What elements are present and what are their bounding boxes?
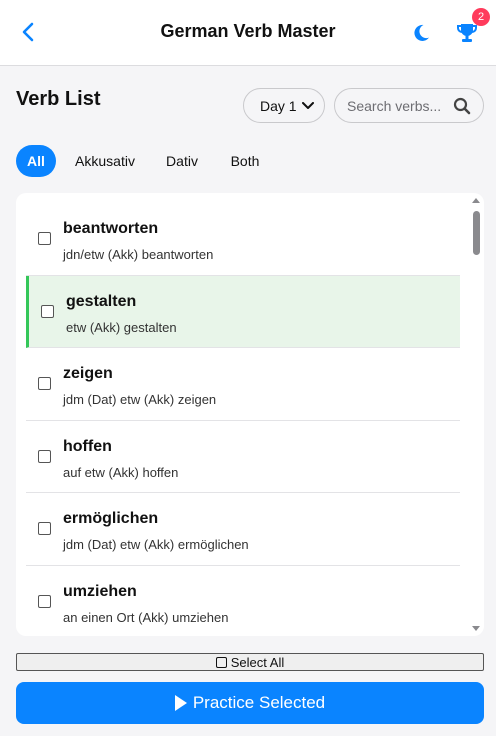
verb-name: zeigen xyxy=(63,365,113,382)
moon-icon xyxy=(414,24,429,41)
verb-checkbox[interactable] xyxy=(38,232,51,245)
theme-toggle-button[interactable] xyxy=(408,20,434,46)
chevron-left-icon xyxy=(22,22,34,42)
scroll-up-arrow-icon[interactable] xyxy=(472,197,480,205)
search-input[interactable] xyxy=(347,97,457,114)
back-button[interactable] xyxy=(16,20,40,44)
verb-usage: jdn/etw (Akk) beantworten xyxy=(63,247,214,262)
search-box xyxy=(334,88,484,123)
chevron-down-icon xyxy=(302,101,314,109)
verb-row[interactable]: beantworten jdn/etw (Akk) beantworten xyxy=(26,203,460,276)
verb-checkbox[interactable] xyxy=(41,304,54,318)
day-select-value: Day 1 xyxy=(260,97,297,114)
practice-selected-button[interactable]: Practice Selected xyxy=(16,682,484,724)
section-title: Verb List xyxy=(16,88,101,110)
play-icon xyxy=(174,695,187,711)
verb-checkbox[interactable] xyxy=(38,377,51,390)
verb-name: beantworten xyxy=(63,220,159,237)
select-all-label: Select All xyxy=(230,654,285,670)
verb-usage: jdm (Dat) etw (Akk) zeigen xyxy=(63,392,217,407)
tab-all[interactable]: All xyxy=(16,145,56,177)
verb-name: umziehen xyxy=(63,582,137,600)
verb-usage: auf etw (Akk) hoffen xyxy=(63,464,179,480)
verb-row[interactable]: ermöglichen jdm (Dat) etw (Akk) ermöglic… xyxy=(26,493,460,566)
verb-row[interactable]: zeigen jdm (Dat) etw (Akk) zeigen xyxy=(26,348,460,421)
verb-name: gestalten xyxy=(66,292,137,310)
verb-checkbox[interactable] xyxy=(38,522,51,535)
verb-usage: an einen Ort (Akk) umziehen xyxy=(63,609,229,625)
tab-both[interactable]: Both xyxy=(222,145,268,177)
verb-list-items: beantworten jdn/etw (Akk) beantworten ge… xyxy=(26,203,460,636)
search-icon xyxy=(453,97,471,115)
verb-row-selected[interactable]: gestalten etw (Akk) gestalten xyxy=(26,275,460,348)
verb-checkbox[interactable] xyxy=(38,449,51,463)
day-select[interactable]: Day 1 xyxy=(243,88,325,123)
search-button[interactable] xyxy=(453,97,471,115)
scroll-down-arrow-icon[interactable] xyxy=(472,624,480,632)
tab-akkusativ[interactable]: Akkusativ xyxy=(68,145,142,177)
select-all-button[interactable]: Select All xyxy=(16,653,484,671)
verb-checkbox[interactable] xyxy=(38,594,51,608)
verb-row[interactable]: hoffen auf etw (Akk) hoffen xyxy=(26,420,460,493)
verb-list: beantworten jdn/etw (Akk) beantworten ge… xyxy=(16,193,484,636)
app-root: German Verb Master 2 Verb List Day 1 Sea… xyxy=(0,0,496,736)
list-scrollbar[interactable] xyxy=(470,193,482,636)
tab-dativ[interactable]: Dativ xyxy=(158,145,206,177)
practice-label: Practice Selected xyxy=(192,693,326,712)
square-icon xyxy=(215,656,227,668)
verb-usage: jdm (Dat) etw (Akk) ermöglichen xyxy=(63,537,249,552)
scrollbar-thumb[interactable] xyxy=(473,211,480,255)
verb-name: ermöglichen xyxy=(63,510,159,527)
trophy-icon xyxy=(457,24,477,42)
trophy-badge: 2 xyxy=(472,8,490,26)
top-bar: German Verb Master 2 xyxy=(0,0,496,66)
verb-name: hoffen xyxy=(63,437,112,455)
verb-usage: etw (Akk) gestalten xyxy=(66,319,177,335)
verb-row[interactable]: umziehen an einen Ort (Akk) umziehen xyxy=(26,565,460,636)
